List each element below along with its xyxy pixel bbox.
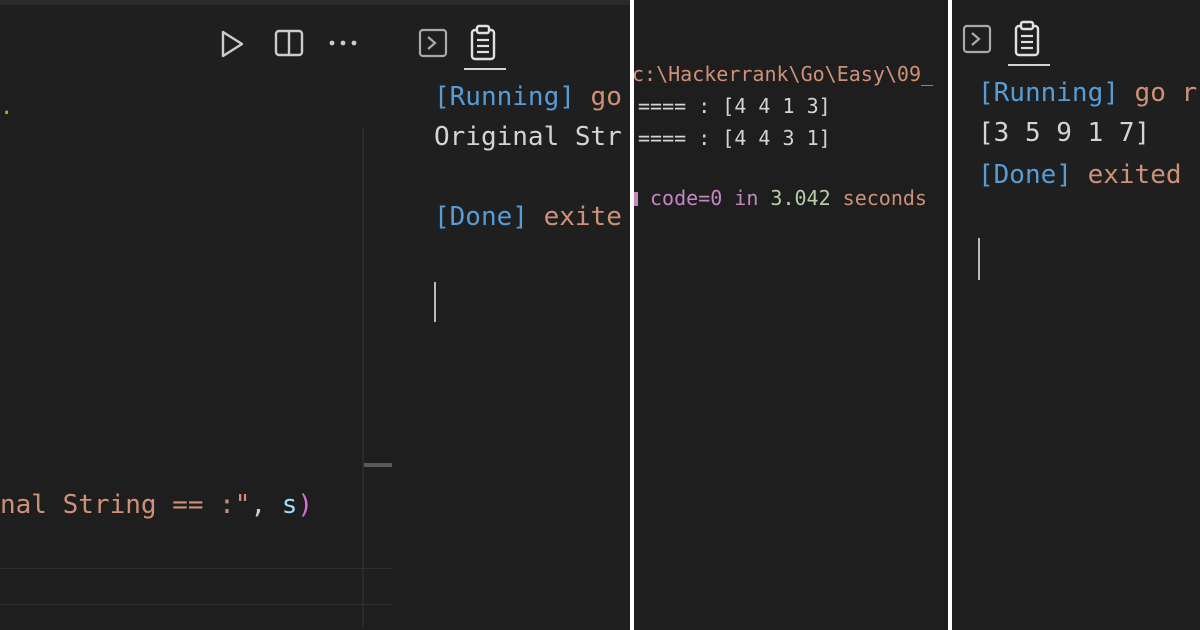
done-text: exited (1071, 160, 1182, 190)
result-line: [3 5 9 1 7] (978, 118, 1151, 148)
split-editor-icon[interactable] (272, 26, 306, 60)
running-command: go r (1118, 78, 1198, 108)
output-clipboard-icon[interactable] (1010, 18, 1044, 60)
output-running-line: [Running] go r (978, 78, 1197, 108)
minimap-divider (362, 127, 364, 627)
exit-code: code=0 (650, 186, 723, 210)
text-cursor (978, 238, 980, 280)
active-tab-indicator (464, 68, 506, 70)
divider (0, 604, 392, 605)
output-pane (392, 80, 630, 630)
output-clipboard-icon[interactable] (466, 22, 500, 64)
text-cursor (434, 282, 436, 322)
running-tag: [Running] (434, 82, 575, 112)
string-literal: nal String == :" (0, 490, 251, 520)
result-line-1: ==== : [4 4 1 3] (638, 94, 831, 118)
active-tab-indicator (1008, 64, 1050, 66)
divider (0, 568, 392, 569)
running-command: go (574, 82, 622, 112)
exit-line: code=0 in 3.042 seconds (650, 186, 927, 210)
editor-toolbar (0, 0, 630, 80)
done-tag: [Done] (978, 160, 1072, 190)
output-original-line: Original Str (434, 122, 622, 152)
editor-and-output-panel: . nal String == :", s) [Running] go Orig… (0, 0, 630, 630)
code-editor[interactable]: . nal String == :", s) (0, 80, 392, 630)
output-panel-3: [Running] go r [3 5 9 1 7] [Done] exited (952, 0, 1200, 630)
running-tag: [Running] (978, 78, 1119, 108)
more-actions-icon[interactable] (326, 28, 360, 58)
done-tag: [Done] (434, 202, 528, 232)
scrollbar-thumb[interactable] (364, 463, 392, 467)
result-line-2: ==== : [4 4 3 1] (638, 126, 831, 150)
exit-time: 3.042 (770, 186, 831, 210)
exit-in: in (722, 186, 771, 210)
terminal-icon[interactable] (416, 26, 450, 60)
output-running-line: [Running] go (434, 82, 622, 112)
exit-seconds: seconds (830, 186, 927, 210)
variable: s (281, 490, 298, 520)
run-icon[interactable] (216, 28, 248, 60)
output-done-line: [Done] exite (434, 202, 622, 232)
terminal-icon[interactable] (960, 22, 994, 56)
comma: , (250, 490, 282, 520)
exit-prefix-fragment (634, 192, 638, 206)
output-done-line: [Done] exited (978, 160, 1182, 190)
title-strip (0, 0, 630, 5)
done-text: exite (527, 202, 622, 232)
code-line[interactable]: nal String == :", s) (0, 490, 313, 520)
output-panel-2: c:\Hackerrank\Go\Easy\09_ ==== : [4 4 1 … (634, 0, 948, 630)
closing-paren: ) (297, 490, 314, 520)
run-path: c:\Hackerrank\Go\Easy\09_ (634, 62, 934, 86)
code-fragment: . (0, 95, 14, 120)
